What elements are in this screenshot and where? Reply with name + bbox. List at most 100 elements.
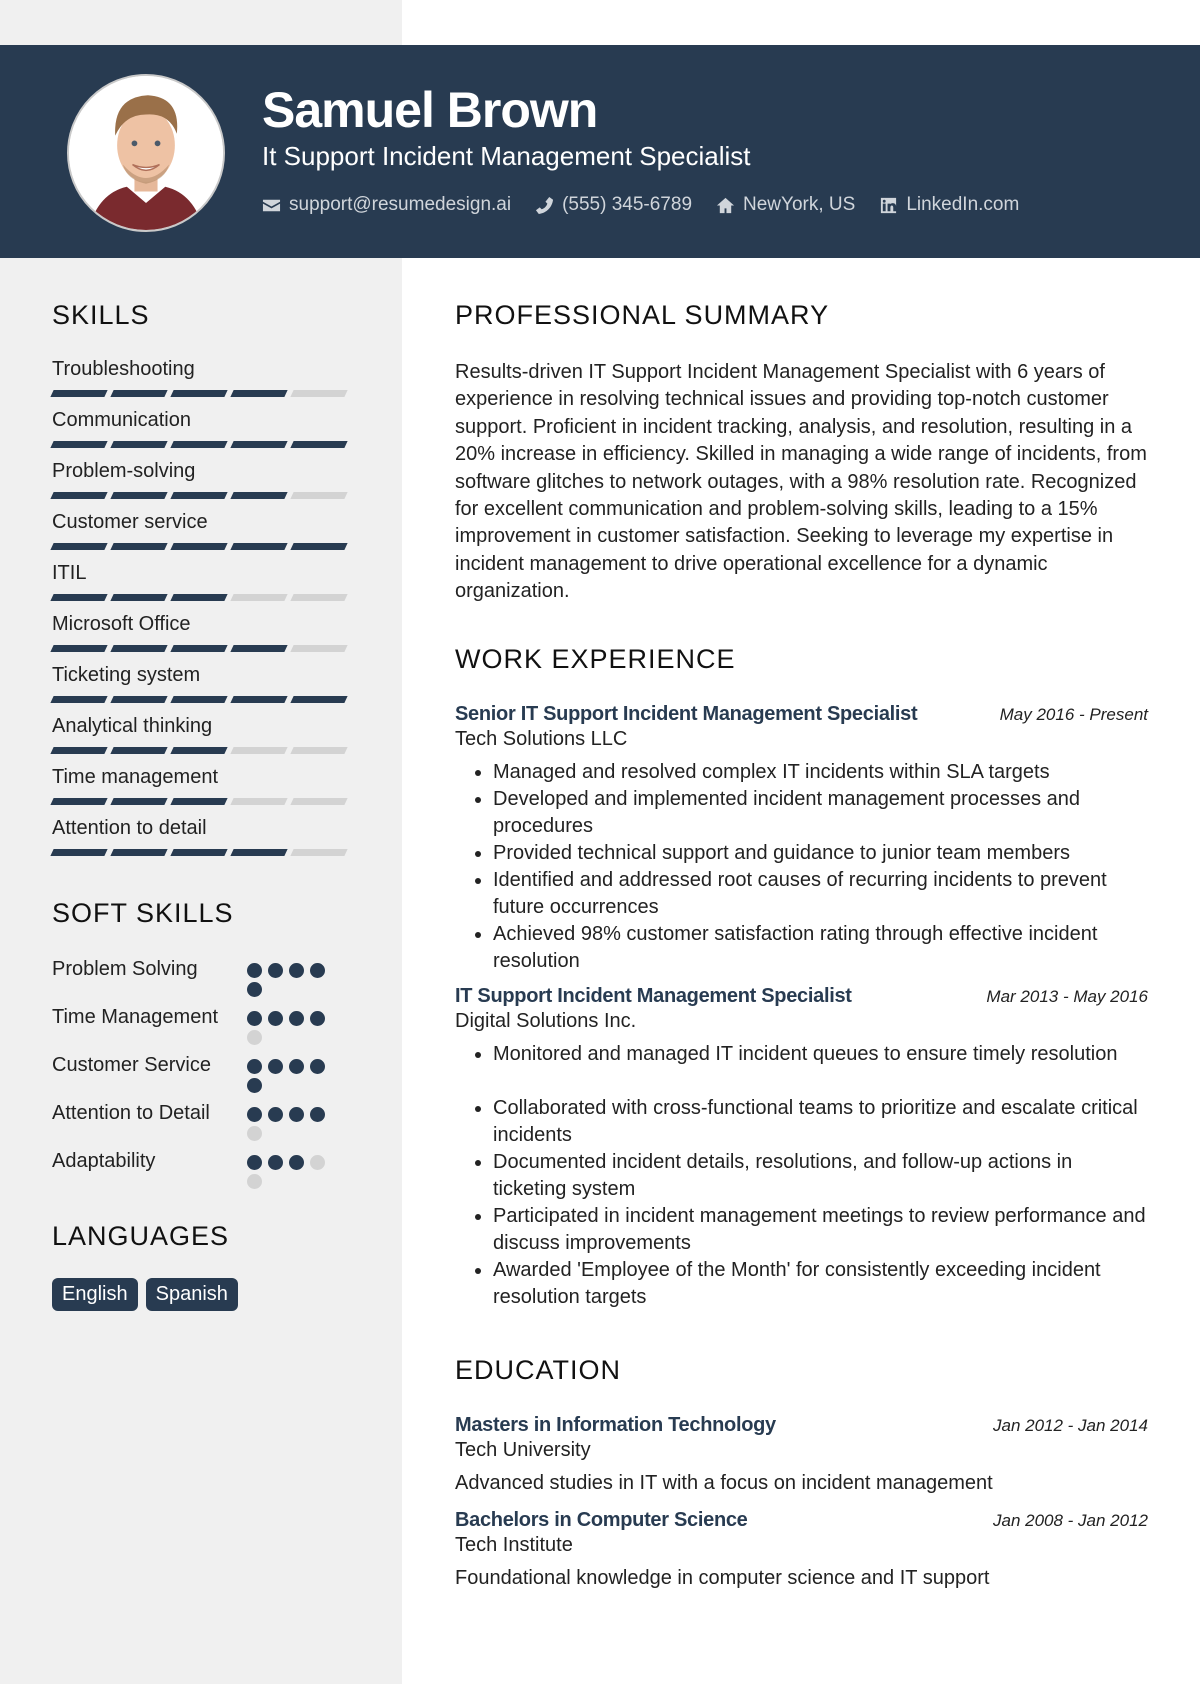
- contact-phone-text: (555) 345-6789: [562, 194, 693, 215]
- phone-icon: [535, 196, 554, 215]
- job-bullet: Monitored and managed IT incident queues…: [493, 1041, 1148, 1068]
- skill-segment-filled: [110, 798, 168, 805]
- job-entry: Senior IT Support Incident Management Sp…: [455, 703, 1148, 975]
- education-description: Foundational knowledge in computer scien…: [455, 1566, 990, 1589]
- rating-dot-filled: [247, 1059, 262, 1074]
- education-list: Masters in Information Technology Jan 201…: [455, 1414, 1148, 1590]
- soft-skill-name: Customer Service: [52, 1054, 211, 1076]
- soft-skill-item: Time Management: [52, 1003, 352, 1045]
- profile-photo: [69, 76, 223, 230]
- skill-level-bar: [50, 441, 352, 448]
- contact-phone[interactable]: (555) 345-6789: [535, 194, 692, 216]
- soft-skill-item: Adaptability: [52, 1147, 352, 1189]
- skill-name: Microsoft Office: [52, 613, 191, 635]
- skill-level-bar: [50, 645, 352, 652]
- job-header: IT Support Incident Management Specialis…: [455, 985, 1148, 1008]
- contact-email[interactable]: support@resumedesign.ai: [262, 194, 511, 216]
- rating-dot-empty: [247, 1174, 262, 1189]
- skill-segment-filled: [50, 798, 108, 805]
- rating-dot-filled: [247, 1107, 262, 1122]
- skill-segment-filled: [50, 696, 108, 703]
- job-bullets: Managed and resolved complex IT incident…: [455, 759, 1148, 975]
- main-content: PROFESSIONAL SUMMARY Results-driven IT S…: [455, 300, 1148, 1604]
- job-company: Tech Solutions LLC: [455, 727, 628, 750]
- education-header: Bachelors in Computer Science Jan 2008 - …: [455, 1509, 1148, 1532]
- job-bullet: Developed and implemented incident manag…: [493, 786, 1148, 840]
- skill-segment-filled: [170, 543, 228, 550]
- skill-segment-filled: [110, 645, 168, 652]
- linkedin-icon: [879, 196, 898, 215]
- job-dates: May 2016 - Present: [999, 704, 1148, 724]
- rating-dot-filled: [310, 1107, 325, 1122]
- job-bullet: Managed and resolved complex IT incident…: [493, 759, 1148, 786]
- rating-dot-filled: [289, 963, 304, 978]
- contact-linkedin[interactable]: LinkedIn.com: [879, 194, 1019, 216]
- job-dates: Mar 2013 - May 2016: [986, 986, 1148, 1006]
- job-bullet: Participated in incident management meet…: [493, 1203, 1148, 1257]
- skill-item: Problem-solving: [50, 457, 352, 499]
- skill-segment-filled: [230, 645, 288, 652]
- candidate-title: It Support Incident Management Specialis…: [262, 141, 751, 171]
- skill-segment-empty: [290, 645, 348, 652]
- skill-segment-filled: [170, 645, 228, 652]
- skill-segment-empty: [290, 849, 348, 856]
- skill-segment-filled: [290, 441, 348, 448]
- envelope-icon: [262, 196, 281, 215]
- soft-skills-list: Problem Solving Time Management Customer S…: [52, 955, 352, 1189]
- skill-name: ITIL: [52, 562, 87, 584]
- contact-linkedin-text: LinkedIn.com: [906, 194, 1020, 215]
- skill-item: Attention to detail: [50, 814, 352, 856]
- rating-dot-filled: [289, 1155, 304, 1170]
- soft-skill-name: Problem Solving: [52, 958, 198, 980]
- skill-level-bar: [50, 492, 352, 499]
- skill-segment-empty: [230, 798, 288, 805]
- skill-segment-filled: [110, 441, 168, 448]
- contact-email-text: support@resumedesign.ai: [289, 194, 512, 215]
- soft-skill-name: Time Management: [52, 1006, 218, 1028]
- skill-level-bar: [50, 798, 352, 805]
- skill-segment-filled: [110, 849, 168, 856]
- skill-segment-filled: [170, 798, 228, 805]
- skill-level-bar: [50, 543, 352, 550]
- skill-segment-filled: [230, 441, 288, 448]
- skill-name: Problem-solving: [52, 460, 196, 482]
- rating-dot-filled: [310, 963, 325, 978]
- skill-level-bar: [50, 696, 352, 703]
- languages-section: LANGUAGES English Spanish: [52, 1221, 352, 1311]
- education-dates: Jan 2012 - Jan 2014: [992, 1415, 1148, 1435]
- skill-segment-empty: [230, 594, 288, 601]
- jobs-list: Senior IT Support Incident Management Sp…: [455, 703, 1148, 1311]
- skill-level-bar: [50, 390, 352, 397]
- skill-name: Troubleshooting: [52, 358, 195, 380]
- skill-segment-filled: [170, 441, 228, 448]
- skill-item: Troubleshooting: [50, 355, 352, 397]
- rating-dot-filled: [310, 1011, 325, 1026]
- rating-dot-filled: [268, 1155, 283, 1170]
- education-entry: Masters in Information Technology Jan 201…: [455, 1414, 1148, 1495]
- skill-segment-empty: [290, 390, 348, 397]
- skill-segment-filled: [290, 696, 348, 703]
- skill-item: Ticketing system: [50, 661, 352, 703]
- skill-segment-filled: [170, 696, 228, 703]
- education-description: Advanced studies in IT with a focus on i…: [455, 1471, 993, 1494]
- education-header: Masters in Information Technology Jan 201…: [455, 1414, 1148, 1437]
- home-icon: [716, 196, 735, 215]
- skill-segment-filled: [230, 849, 288, 856]
- job-bullet: Achieved 98% customer satisfaction ratin…: [493, 921, 1148, 975]
- rating-dot-filled: [289, 1059, 304, 1074]
- skill-segment-filled: [170, 594, 228, 601]
- soft-skill-item: Customer Service: [52, 1051, 352, 1093]
- skill-segment-filled: [290, 543, 348, 550]
- resume-header: Samuel Brown It Support Incident Managem…: [0, 45, 1200, 258]
- skill-segment-empty: [290, 747, 348, 754]
- skill-segment-filled: [170, 390, 228, 397]
- job-title: IT Support Incident Management Specialis…: [455, 984, 852, 1007]
- soft-skill-rating: [247, 1099, 337, 1141]
- skill-segment-empty: [230, 747, 288, 754]
- contact-list: support@resumedesign.ai (555) 345-6789 N…: [262, 194, 1019, 216]
- rating-dot-filled: [289, 1107, 304, 1122]
- work-experience-section: WORK EXPERIENCE Senior IT Support Incide…: [455, 644, 1148, 1311]
- skills-list: Troubleshooting Communication Problem-solv…: [50, 355, 352, 856]
- skill-item: Analytical thinking: [50, 712, 352, 754]
- education-dates: Jan 2008 - Jan 2012: [992, 1510, 1148, 1530]
